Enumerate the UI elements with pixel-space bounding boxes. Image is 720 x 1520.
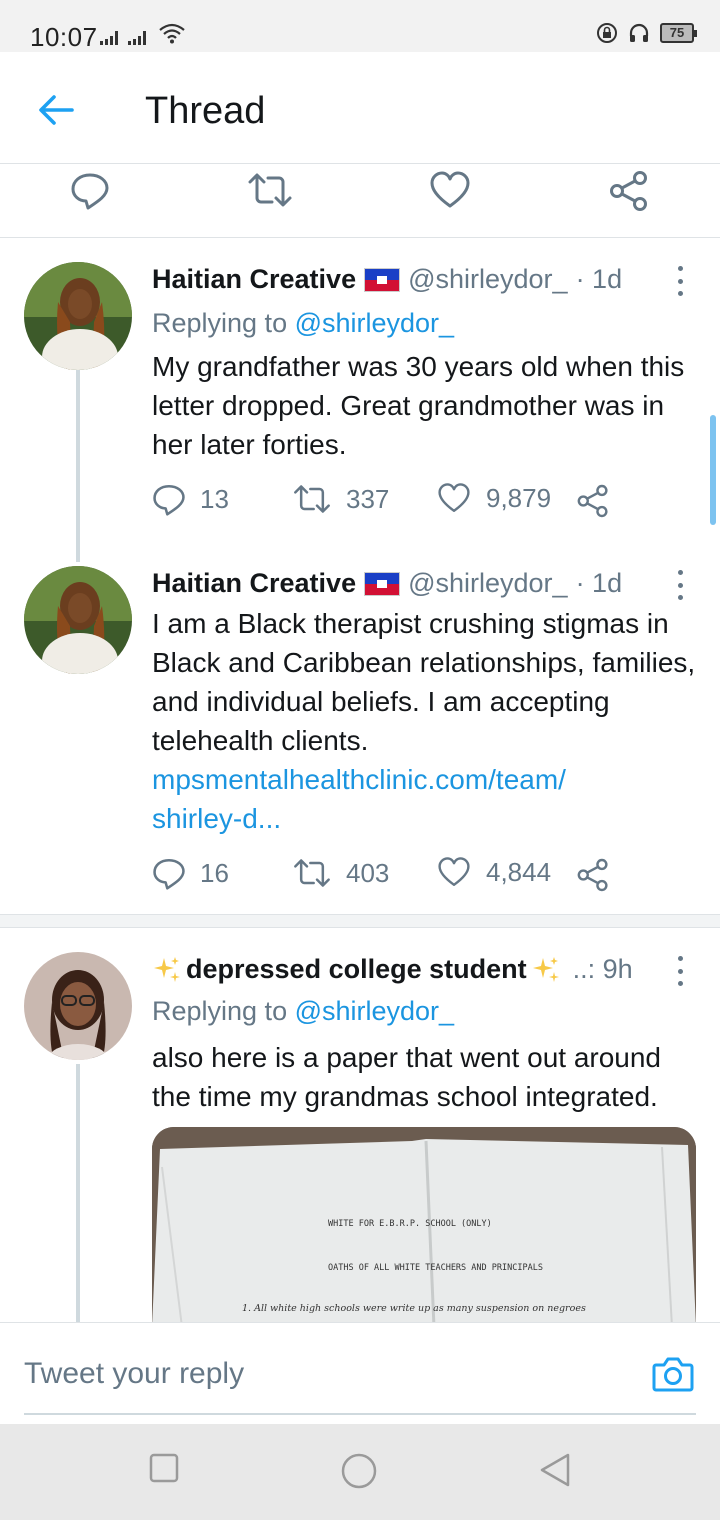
replying-to: Replying to @shirleydor_ — [152, 308, 454, 339]
app-header: Thread — [0, 52, 720, 164]
display-name[interactable]: Haitian Creative — [152, 264, 356, 295]
sparkles-icon — [154, 956, 180, 982]
like-icon — [438, 483, 470, 512]
tweet-text: I am a Black therapist crushing stigmas … — [152, 608, 696, 756]
display-name[interactable]: depressed college student — [186, 954, 527, 985]
tweet-media-image[interactable]: WHITE FOR E.B.R.P. SCHOOL (ONLY) OATHS O… — [152, 1127, 696, 1327]
retweet-icon — [294, 859, 330, 887]
like-button[interactable]: 9,879 — [436, 482, 551, 514]
share-icon[interactable] — [608, 170, 650, 212]
camera-icon[interactable] — [652, 1355, 694, 1393]
headphones-icon — [629, 23, 649, 42]
tweet-text-block: I am a Black therapist crushing stigmas … — [152, 604, 697, 838]
replying-prefix: Replying to — [152, 308, 295, 338]
system-nav-bar — [0, 1424, 720, 1520]
tweet-header: Haitian Creative @shirleydor_ · 1d — [152, 264, 622, 295]
reply-icon — [153, 484, 185, 516]
reply-icon[interactable] — [70, 170, 110, 210]
reply-icon — [153, 858, 185, 890]
thread-line — [76, 1064, 80, 1322]
page-title: Thread — [145, 90, 266, 132]
reply-input[interactable]: Tweet your reply — [24, 1357, 624, 1391]
wifi-icon — [159, 23, 185, 44]
media-text-3: 1. All white high schools were write up … — [242, 1303, 586, 1314]
handle[interactable]: @shirleydor_ — [408, 568, 567, 599]
tweet-link-line-1[interactable]: mpsmentalhealthclinic.com/team/ — [152, 764, 566, 795]
media-text-2: OATHS OF ALL WHITE TEACHERS AND PRINCIPA… — [328, 1263, 543, 1273]
tweet-actions: 16 403 4,844 — [152, 856, 622, 896]
more-icon[interactable] — [670, 266, 690, 296]
reply-button[interactable]: 13 — [152, 482, 229, 516]
recents-icon[interactable] — [148, 1452, 180, 1484]
haiti-flag-icon — [364, 267, 401, 292]
avatar[interactable] — [24, 952, 132, 1060]
reply-button[interactable]: 16 — [152, 856, 229, 890]
avatar[interactable] — [24, 262, 132, 370]
timestamp: · 1d — [575, 568, 623, 598]
tweet-header: depressed college student ..: 9h — [152, 954, 633, 985]
handle[interactable]: @shirleydor_ — [408, 264, 567, 295]
status-time: 10:07 — [30, 22, 98, 52]
display-name[interactable]: Haitian Creative — [152, 568, 356, 599]
replying-to: Replying to @shirleydor_ — [152, 996, 454, 1027]
scrollbar[interactable] — [710, 415, 716, 525]
share-icon[interactable] — [576, 484, 610, 518]
signal-icon — [100, 25, 118, 45]
thread-line — [76, 370, 80, 562]
retweet-icon[interactable] — [246, 170, 294, 210]
retweet-icon — [294, 485, 330, 513]
like-icon — [438, 857, 470, 886]
replying-prefix: Replying to — [152, 996, 295, 1026]
main-tweet-actions — [0, 164, 720, 238]
tweet-text: also here is a paper that went out aroun… — [152, 1042, 662, 1112]
more-icon[interactable] — [670, 956, 690, 986]
retweet-count: 403 — [346, 857, 390, 888]
tweet-1[interactable]: Haitian Creative @shirleydor_ · 1d Reply… — [0, 240, 720, 562]
tweet-2[interactable]: Haitian Creative @shirleydor_ · 1d I am … — [0, 550, 720, 910]
tweet-actions: 13 337 9,879 — [152, 482, 622, 522]
reply-count: 16 — [200, 857, 229, 888]
status-bar: 10:07 75 — [0, 0, 720, 52]
reply-underline — [24, 1413, 696, 1415]
back-nav-icon[interactable] — [538, 1452, 572, 1488]
more-icon[interactable] — [670, 570, 690, 600]
media-text-1: WHITE FOR E.B.R.P. SCHOOL (ONLY) — [328, 1219, 492, 1229]
tweet-link[interactable]: mpsmentalhealthclinic.com/team/shirley-d… — [152, 764, 566, 834]
retweet-button[interactable]: 337 — [292, 482, 389, 516]
battery-icon: 75 — [660, 23, 697, 43]
tweet-text: My grandfather was 30 years old when thi… — [152, 351, 685, 460]
home-icon[interactable] — [340, 1452, 378, 1490]
share-icon[interactable] — [576, 858, 610, 892]
signal-icon-2 — [128, 25, 146, 45]
lock-rotation-icon — [597, 23, 617, 43]
retweet-button[interactable]: 403 — [292, 856, 389, 890]
reply-count: 13 — [200, 483, 229, 514]
timestamp: ..: 9h — [572, 954, 633, 984]
back-arrow-icon[interactable] — [34, 88, 78, 132]
tweet-link-line-2[interactable]: shirley-d... — [152, 803, 281, 834]
retweet-count: 337 — [346, 483, 390, 514]
status-right: 75 — [596, 22, 697, 44]
tweet-header: Haitian Creative @shirleydor_ · 1d — [152, 568, 622, 599]
reply-bar: Tweet your reply — [0, 1322, 720, 1424]
thread-divider — [0, 914, 720, 928]
like-count: 9,879 — [486, 482, 552, 513]
like-button[interactable]: 4,844 — [436, 856, 551, 888]
like-count: 4,844 — [486, 856, 552, 887]
like-icon[interactable] — [428, 170, 472, 210]
haiti-flag-icon — [364, 571, 401, 596]
sparkles-icon-2 — [532, 956, 559, 982]
replying-handle-link[interactable]: @shirleydor_ — [295, 996, 454, 1026]
replying-handle-link[interactable]: @shirleydor_ — [295, 308, 454, 338]
avatar[interactable] — [24, 566, 132, 674]
timestamp: · 1d — [575, 264, 623, 294]
